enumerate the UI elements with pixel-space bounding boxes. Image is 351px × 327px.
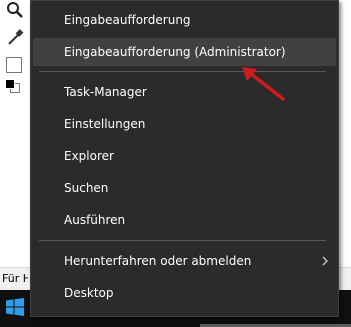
menu-item-search[interactable]: Suchen xyxy=(33,174,336,202)
background-app-toolbar xyxy=(0,0,30,290)
menu-item-label: Eingabeaufforderung (Administrator) xyxy=(64,45,286,59)
color-swatch[interactable] xyxy=(6,57,22,73)
menu-separator xyxy=(39,240,326,241)
menu-item-label: Explorer xyxy=(64,149,114,163)
menu-item-shutdown-signout[interactable]: Herunterfahren oder abmelden xyxy=(33,247,336,275)
menu-item-label: Einstellungen xyxy=(64,117,146,131)
menu-item-desktop[interactable]: Desktop xyxy=(33,279,336,307)
menu-item-label: Task-Manager xyxy=(64,85,147,99)
menu-item-label: Ausführen xyxy=(64,213,126,227)
magnifier-icon[interactable] xyxy=(5,0,25,20)
chevron-right-icon xyxy=(322,256,328,266)
menu-item-explorer[interactable]: Explorer xyxy=(33,142,336,170)
color-picker-icon[interactable] xyxy=(5,27,25,47)
menu-item-settings[interactable]: Einstellungen xyxy=(33,110,336,138)
menu-item-run[interactable]: Ausführen xyxy=(33,206,336,234)
start-button[interactable] xyxy=(0,290,30,327)
menu-item-label: Desktop xyxy=(64,286,114,300)
windows-logo-icon xyxy=(6,298,24,316)
menu-item-task-manager[interactable]: Task-Manager xyxy=(33,78,336,106)
menu-item-label: Eingabeaufforderung xyxy=(64,13,191,27)
menu-item-label: Herunterfahren oder abmelden xyxy=(64,254,252,268)
status-text: Für H xyxy=(2,272,28,285)
menu-item-command-prompt[interactable]: Eingabeaufforderung xyxy=(33,6,336,34)
red-arrow-icon xyxy=(242,67,285,101)
winx-context-menu: Eingabeaufforderung Eingabeaufforderung … xyxy=(30,0,339,317)
menu-item-command-prompt-admin[interactable]: Eingabeaufforderung (Administrator) xyxy=(33,38,336,66)
menu-item-label: Suchen xyxy=(64,181,109,195)
foreground-color-swatch[interactable] xyxy=(5,79,15,89)
